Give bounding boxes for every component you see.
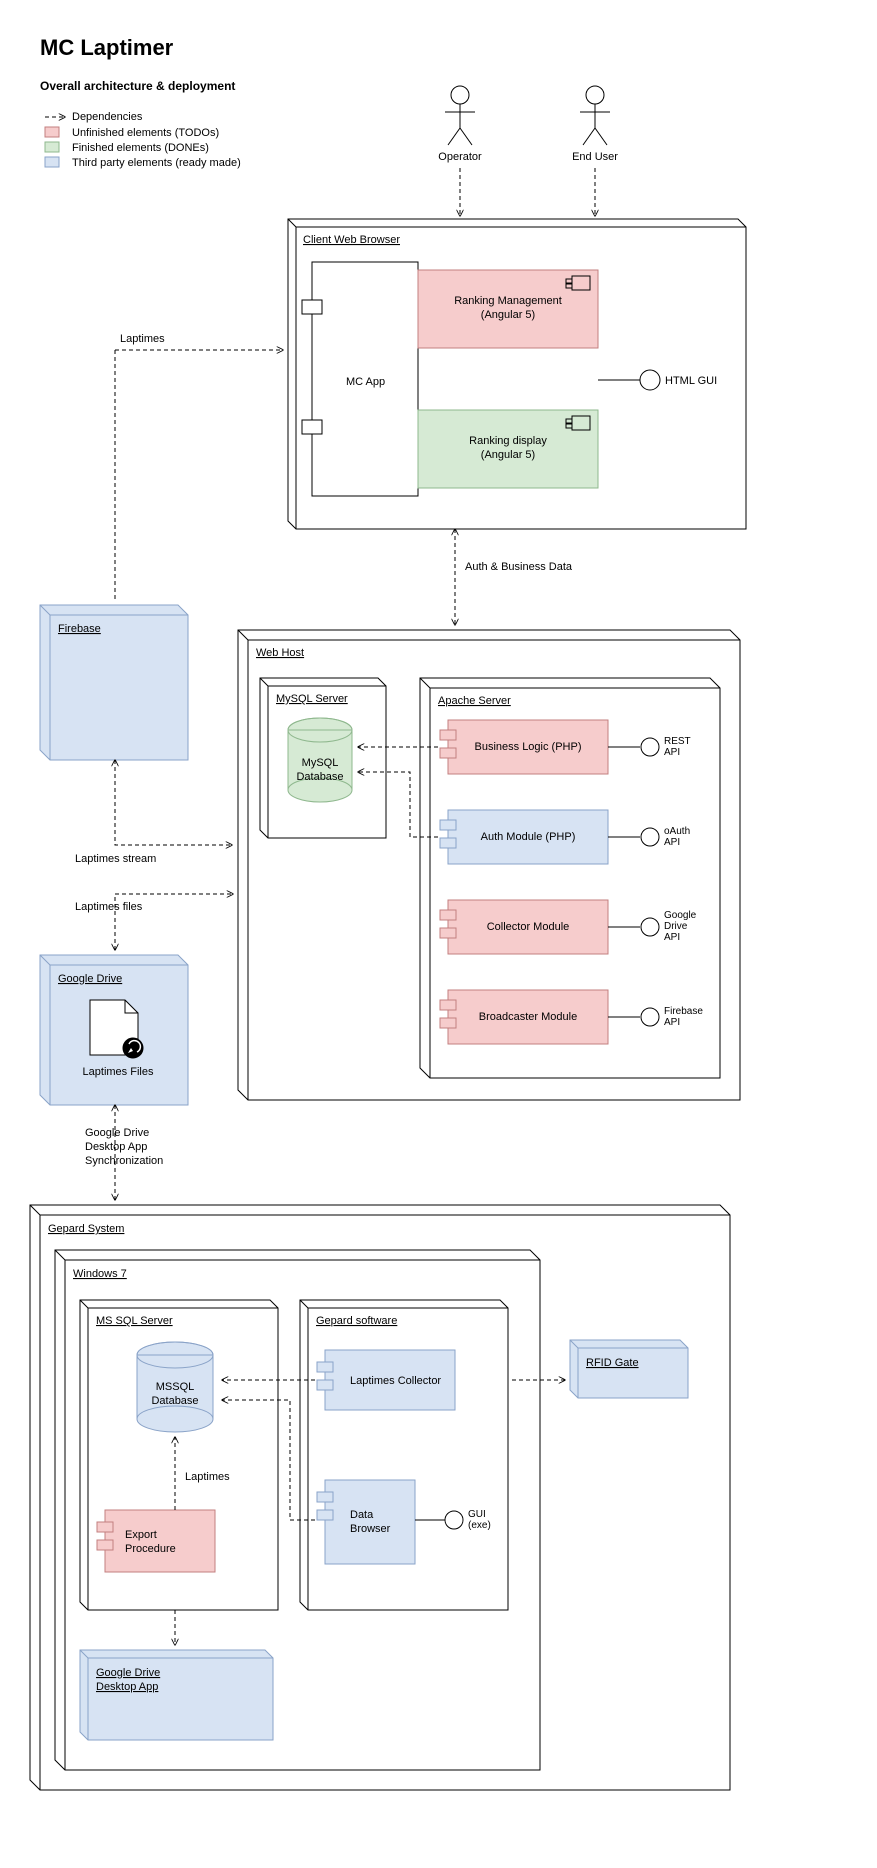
ranking-management: Ranking Management (Angular 5)	[418, 270, 598, 348]
oauth-l2: API	[664, 837, 680, 848]
export-proc-l2: Procedure	[125, 1543, 176, 1555]
gepard-software: Gepard software Laptimes Collector Data …	[300, 1300, 508, 1610]
client-web-browser: Client Web Browser MC App Ranking Manage…	[288, 219, 746, 529]
export-proc-l1: Export	[125, 1529, 157, 1541]
windows7: Windows 7 MS SQL Server MSSQL Database	[55, 1250, 540, 1770]
architecture-diagram: MC Laptimer Overall architecture & deplo…	[0, 0, 877, 1868]
gd-sync-l2: Desktop App	[85, 1141, 147, 1153]
gd-api-l3: API	[664, 932, 680, 943]
ranking-display: Ranking display (Angular 5)	[418, 410, 598, 488]
ranking-disp-l2: (Angular 5)	[481, 449, 535, 461]
laptimes-label: Laptimes	[120, 333, 165, 345]
rest-api-l2: API	[664, 747, 680, 758]
gd-app-l2: Desktop App	[96, 1681, 158, 1693]
actor-operator: Operator	[438, 86, 482, 163]
mysql-server: MySQL Server MySQL Database	[260, 678, 386, 838]
collector-label: Collector Module	[487, 921, 570, 933]
actor-enduser: End User	[572, 86, 618, 163]
apache-server: Apache Server Business Logic (PHP) REST …	[420, 678, 720, 1078]
biz-logic: Business Logic (PHP)	[440, 720, 608, 774]
gd-sync-l3: Synchronization	[85, 1155, 163, 1167]
gd-api-l2: Drive	[664, 921, 688, 932]
mssql-db-l2: Database	[151, 1395, 198, 1407]
web-host: Web Host MySQL Server MySQL Database Apa…	[238, 630, 740, 1100]
gui-l2: (exe)	[468, 1520, 491, 1531]
data-browser-l2: Browser	[350, 1523, 391, 1535]
actor-operator-label: Operator	[438, 151, 482, 163]
ranking-mgmt-l2: (Angular 5)	[481, 309, 535, 321]
fb-api-l2: API	[664, 1017, 680, 1028]
rfid-gate: RFID Gate	[570, 1340, 688, 1398]
actor-enduser-label: End User	[572, 151, 618, 163]
mc-app-label: MC App	[346, 376, 385, 388]
gd-sync-l1: Google Drive	[85, 1127, 149, 1139]
biz-logic-label: Business Logic (PHP)	[475, 741, 582, 753]
broadcaster-module: Broadcaster Module	[440, 990, 608, 1044]
mssql-db-l1: MSSQL	[156, 1381, 195, 1393]
page-subtitle: Overall architecture & deployment	[40, 79, 235, 93]
data-browser-l1: Data	[350, 1509, 374, 1521]
gdrive-title: Google Drive	[58, 973, 122, 985]
mc-app: MC App	[302, 262, 418, 496]
legend-todo: Unfinished elements (TODOs)	[72, 127, 219, 139]
firebase-title: Firebase	[58, 623, 101, 635]
gd-app-l1: Google Drive	[96, 1667, 160, 1679]
oauth-l1: oAuth	[664, 826, 690, 837]
gdrive-files-label: Laptimes Files	[83, 1066, 154, 1078]
gepard-system: Gepard System Windows 7 MS SQL Server	[30, 1205, 730, 1790]
mssql-server-title: MS SQL Server	[96, 1315, 173, 1327]
webhost-title: Web Host	[256, 647, 304, 659]
auth-biz-label: Auth & Business Data	[465, 561, 573, 573]
win7-title: Windows 7	[73, 1268, 127, 1280]
html-gui-label: HTML GUI	[665, 375, 717, 387]
page-title: MC Laptimer	[40, 35, 174, 60]
gepard-sw-title: Gepard software	[316, 1315, 397, 1327]
firebase-node: Firebase	[40, 605, 188, 760]
apache-title: Apache Server	[438, 695, 511, 707]
gepard-title: Gepard System	[48, 1223, 124, 1235]
mssql-server: MS SQL Server MSSQL Database Export Proc…	[80, 1300, 278, 1610]
mysql-db-l1: MySQL	[302, 757, 339, 769]
gd-desktop-app: Google Drive Desktop App	[80, 1650, 273, 1740]
laptimes-files-label: Laptimes files	[75, 901, 143, 913]
fb-api-l1: Firebase	[664, 1006, 703, 1017]
legend: Dependencies Unfinished elements (TODOs)…	[45, 111, 241, 169]
legend-done: Finished elements (DONEs)	[72, 142, 209, 154]
rfid-title: RFID Gate	[586, 1357, 639, 1369]
laptimes-arrow-label: Laptimes	[185, 1471, 230, 1483]
legend-dependencies: Dependencies	[72, 111, 143, 123]
laptimes-collector-label: Laptimes Collector	[350, 1375, 441, 1387]
rest-api-l1: REST	[664, 736, 691, 747]
ranking-disp-l1: Ranking display	[469, 435, 547, 447]
gui-l1: GUI	[468, 1509, 486, 1520]
ranking-mgmt-l1: Ranking Management	[454, 295, 562, 307]
mysql-server-title: MySQL Server	[276, 693, 348, 705]
laptimes-stream-label: Laptimes stream	[75, 853, 156, 865]
legend-third: Third party elements (ready made)	[72, 157, 241, 169]
mysql-db-l2: Database	[296, 771, 343, 783]
auth-module-label: Auth Module (PHP)	[481, 831, 576, 843]
client-title: Client Web Browser	[303, 234, 400, 246]
collector-module: Collector Module	[440, 900, 608, 954]
broadcaster-label: Broadcaster Module	[479, 1011, 577, 1023]
google-drive-node: Google Drive Laptimes Files	[40, 955, 188, 1105]
auth-module: Auth Module (PHP)	[440, 810, 608, 864]
gd-api-l1: Google	[664, 910, 697, 921]
